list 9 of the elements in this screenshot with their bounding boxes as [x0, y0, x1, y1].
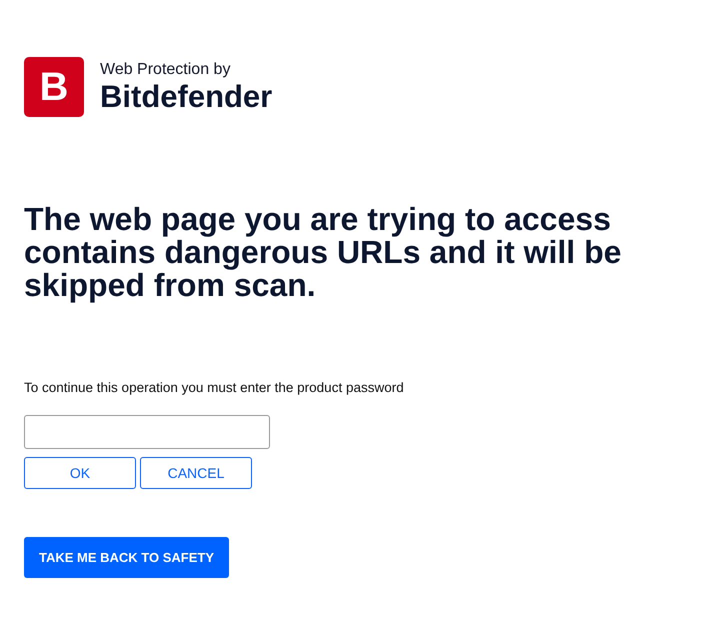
brand-name: Bitdefender	[100, 80, 272, 114]
safety-button[interactable]: TAKE ME BACK TO SAFETY	[24, 537, 229, 578]
dialog-button[interactable]: OK	[24, 457, 136, 489]
logo-icon: B	[24, 57, 84, 117]
password-prompt: To continue this operation you must enter the product password	[24, 380, 404, 396]
password-field[interactable]	[24, 415, 270, 449]
warning-heading: The web page you are trying to access contains dangerous URLs and it will be skipped from scan.	[24, 203, 622, 302]
dialog-button[interactable]: CANCEL	[140, 457, 252, 489]
brand-tagline: Web Protection by	[100, 60, 232, 80]
